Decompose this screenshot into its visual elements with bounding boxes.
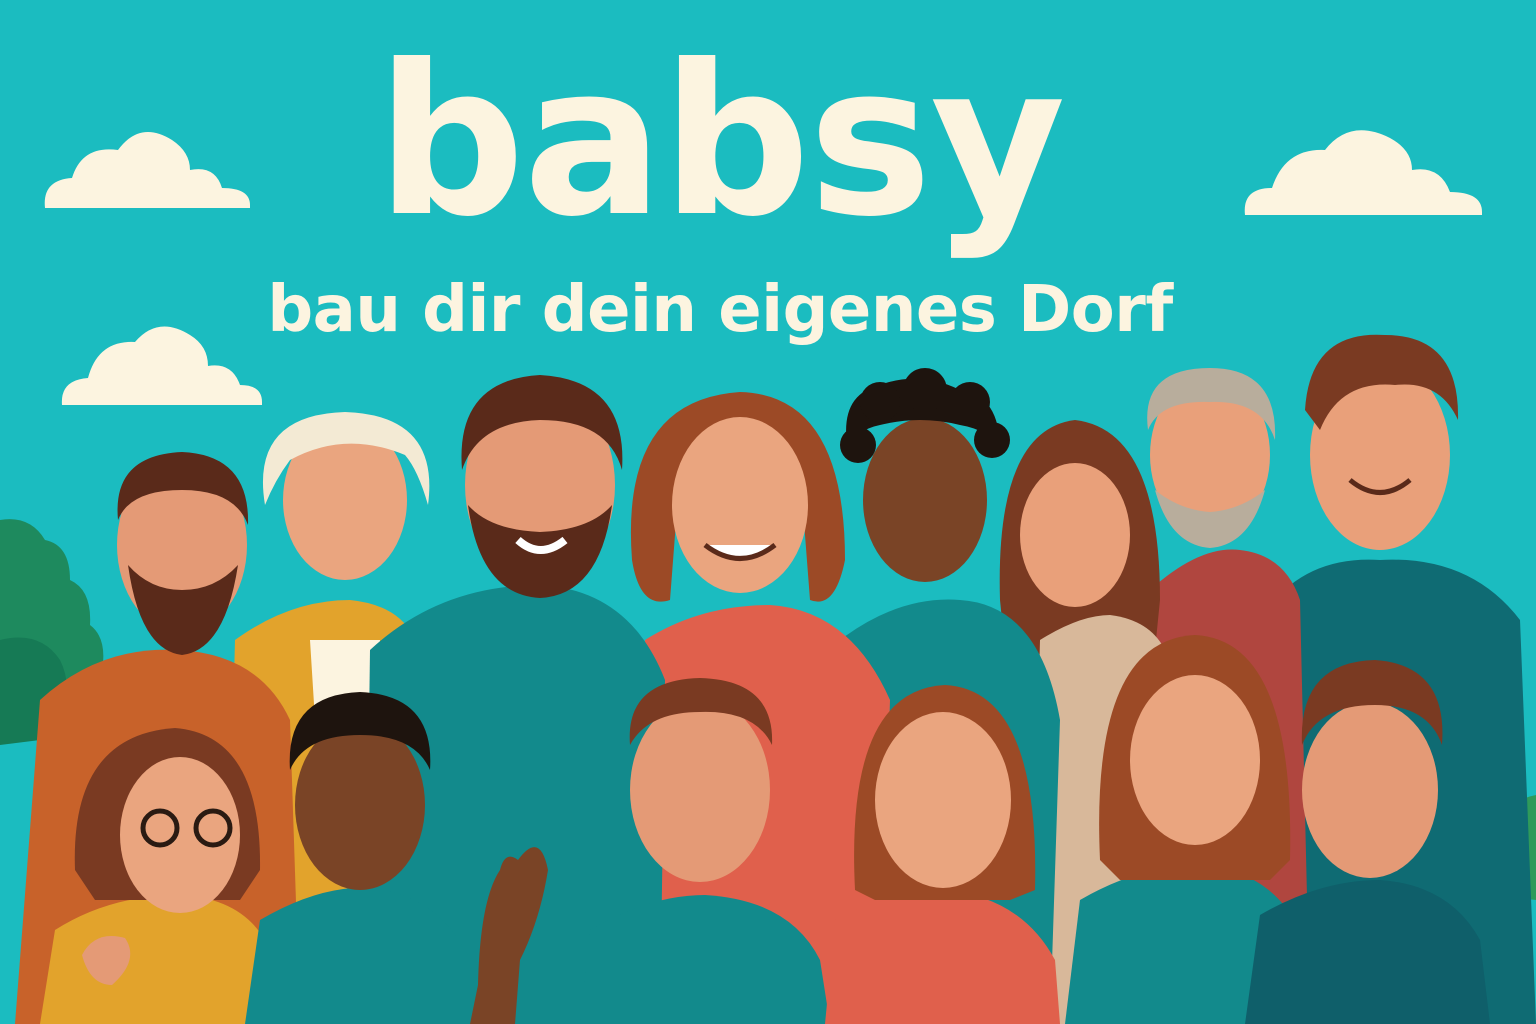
brand-title: babsy: [376, 21, 1066, 263]
poster: babsy bau dir dein eigenes Dorf: [0, 0, 1536, 1024]
tagline: bau dir dein eigenes Dorf: [267, 273, 1173, 347]
